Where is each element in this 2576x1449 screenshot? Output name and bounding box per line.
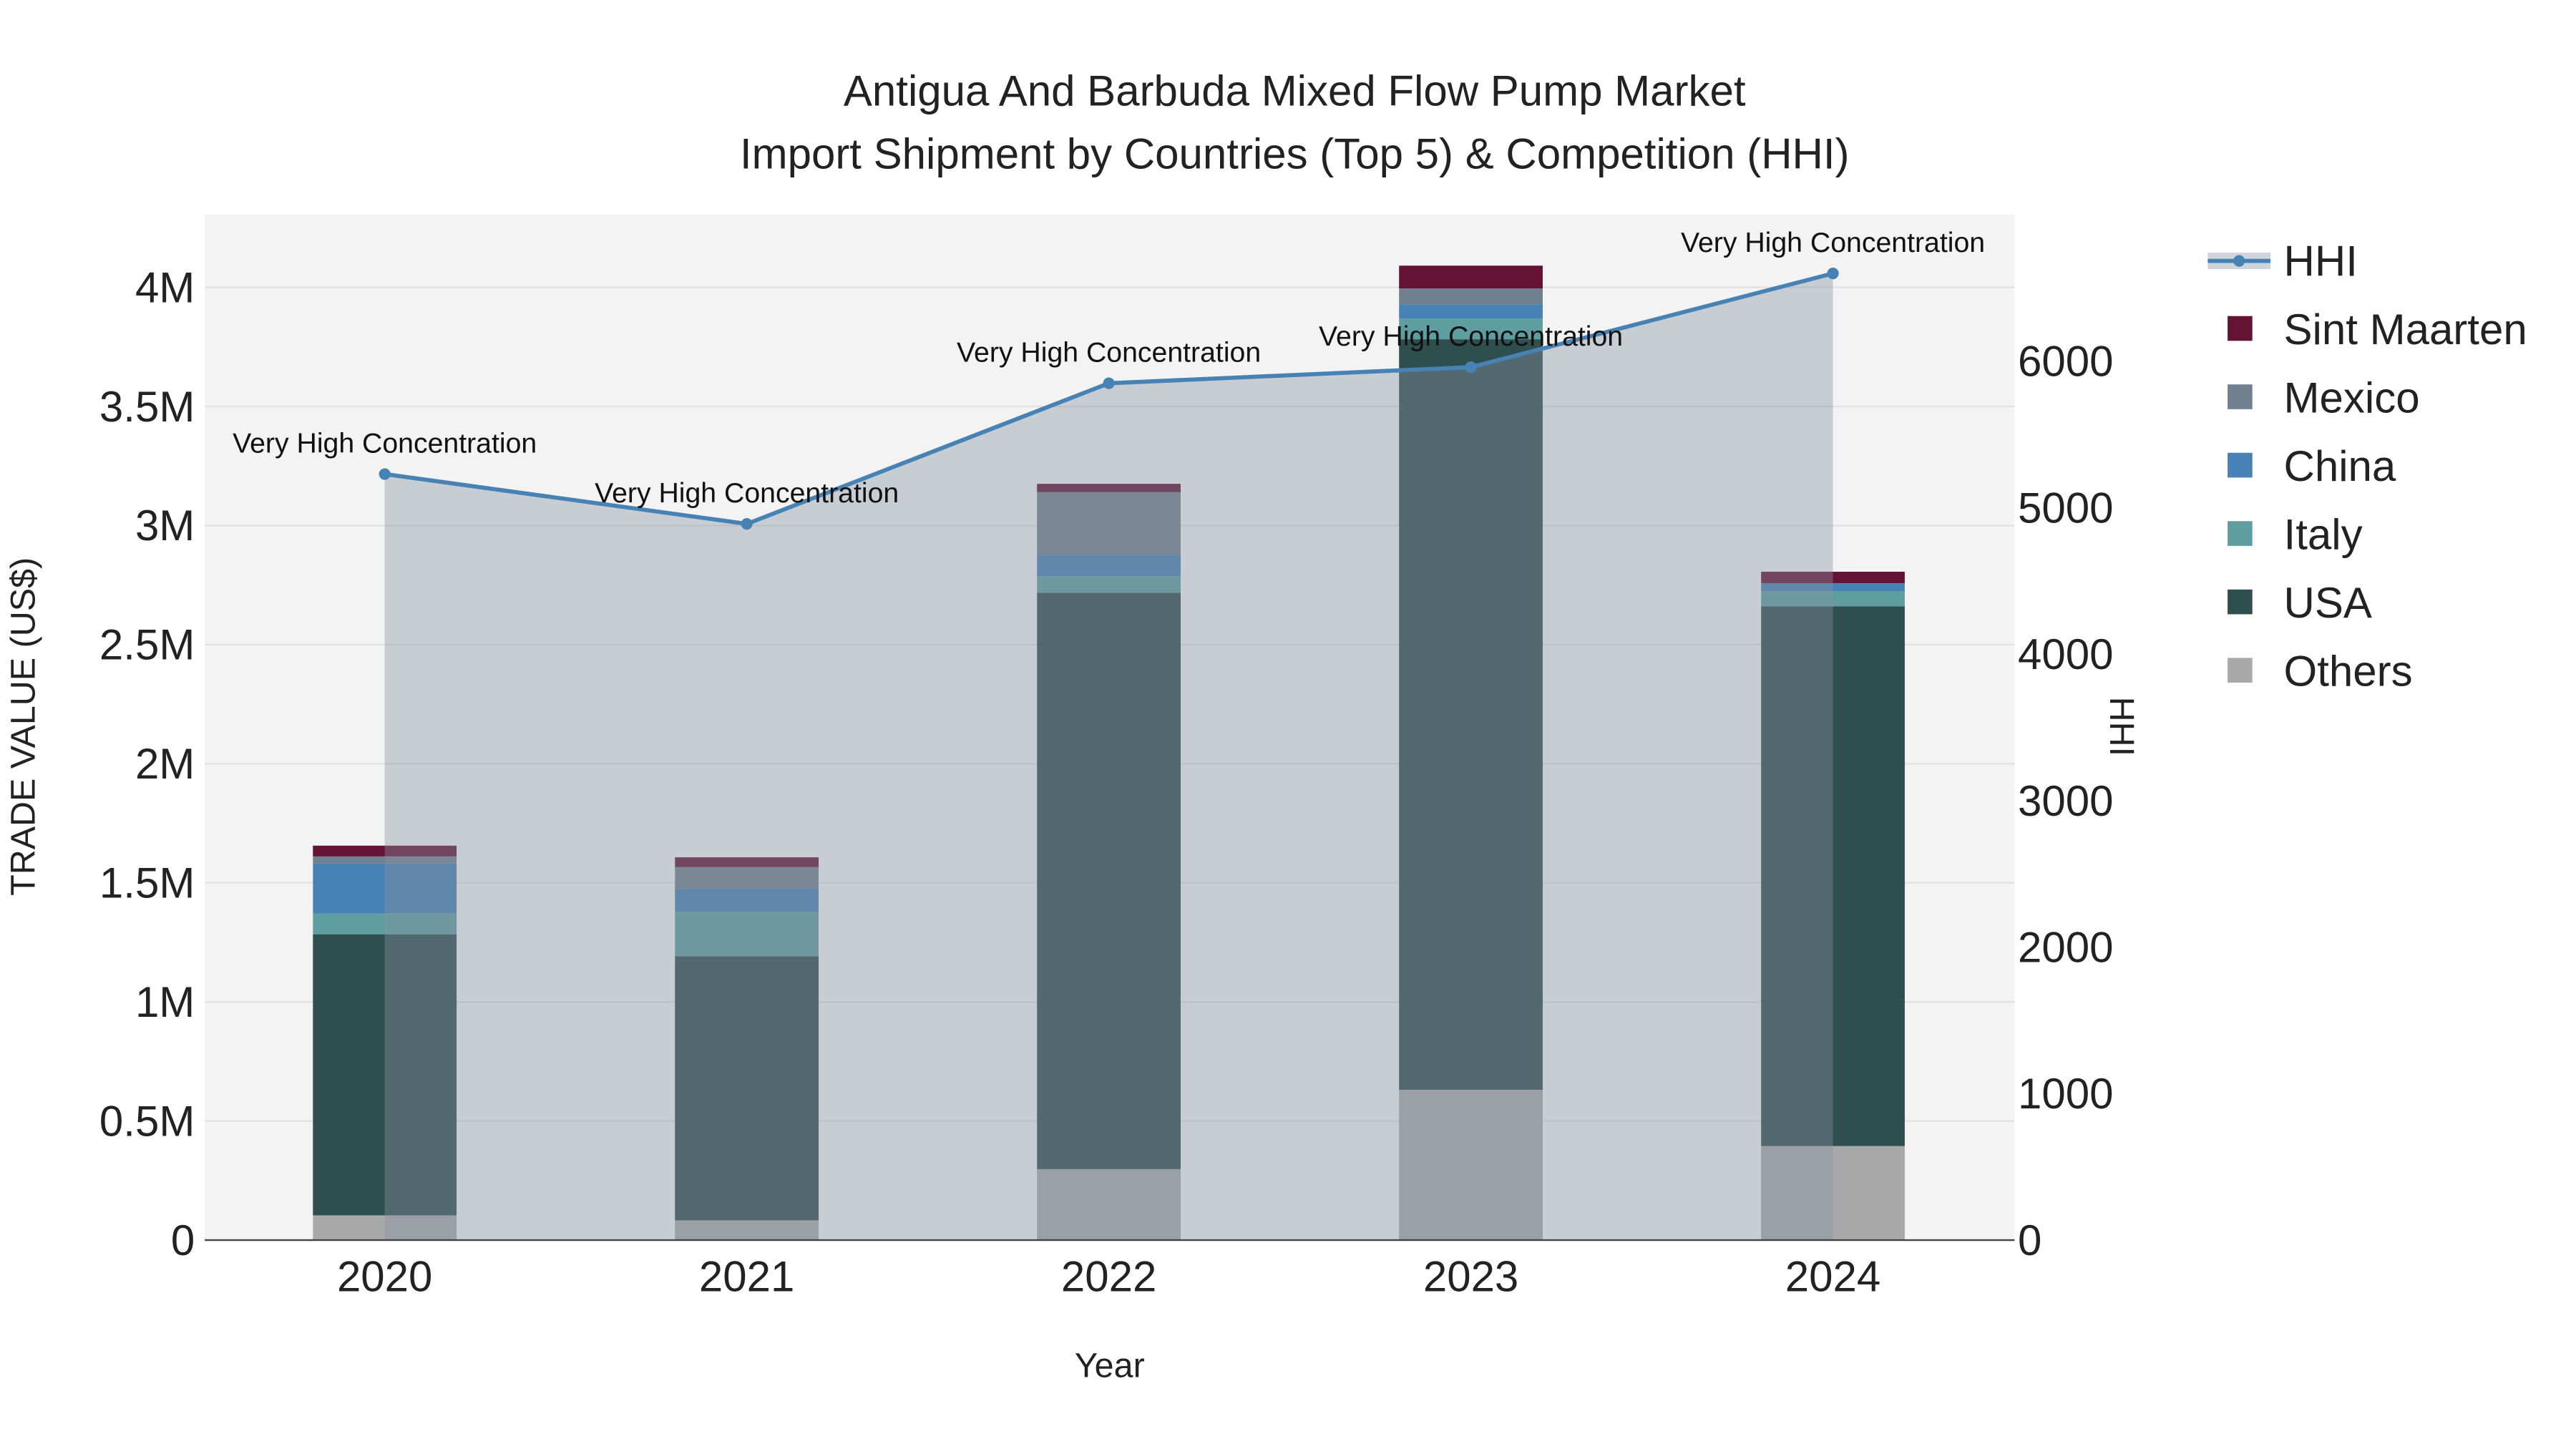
hhi-annotation: Very High Concentration [1681, 227, 1985, 258]
legend-hhi-marker [2233, 255, 2245, 267]
legend-swatch-mexico [2228, 384, 2253, 409]
y2-tick-label: 5000 [2018, 484, 2113, 532]
hhi-annotation: Very High Concentration [957, 337, 1261, 369]
hhi-annotation: Very High Concentration [233, 428, 537, 459]
y2-axis-title: HHI [2102, 697, 2141, 756]
y-tick-label: 4M [135, 263, 195, 311]
hhi-point-2022 [1103, 377, 1115, 389]
legend-swatch-italy [2228, 521, 2253, 546]
y-axis-title: TRADE VALUE (US$) [4, 557, 42, 896]
x-axis-title: Year [1075, 1347, 1145, 1385]
chart-title-line2: Import Shipment by Countries (Top 5) & C… [740, 130, 1850, 177]
x-tick-label: 2024 [1785, 1253, 1880, 1301]
y-tick-label: 0 [171, 1216, 195, 1264]
legend-swatch-china [2228, 452, 2253, 478]
legend-swatch-usa [2228, 589, 2253, 615]
y-tick-label: 1M [135, 978, 195, 1026]
y2-tick-label: 3000 [2018, 777, 2113, 825]
chart: Very High Concentration Very High Concent… [4, 67, 2527, 1385]
hhi-point-2020 [379, 468, 391, 480]
legend-label-others: Others [2284, 648, 2413, 696]
y-tick-label: 1.5M [99, 859, 195, 907]
bar-china-2023 [1399, 304, 1543, 319]
y-tick-label: 0.5M [99, 1097, 195, 1145]
legend-swatch-sint-maarten [2228, 316, 2253, 341]
legend-label-sint-maarten: Sint Maarten [2284, 306, 2527, 353]
y2-tick-label: 4000 [2018, 630, 2113, 678]
hhi-annotation: Very High Concentration [595, 477, 899, 509]
x-tick-label: 2022 [1061, 1253, 1156, 1301]
hhi-point-2024 [1827, 268, 1839, 280]
y-tick-label: 3M [135, 502, 195, 550]
hhi-point-2021 [741, 518, 753, 530]
y-tick-label: 2M [135, 740, 195, 788]
bar-mexico-2023 [1399, 288, 1543, 305]
legend-label-italy: Italy [2284, 511, 2363, 559]
y-tick-label: 3.5M [99, 383, 195, 431]
y2-tick-label: 0 [2018, 1216, 2041, 1264]
y2-tick-label: 2000 [2018, 923, 2113, 971]
legend-label-usa: USA [2284, 579, 2372, 627]
hhi-point-2023 [1465, 361, 1477, 374]
legend-label-china: China [2284, 442, 2396, 490]
y-tick-label: 2.5M [99, 621, 195, 669]
x-tick-label: 2021 [699, 1253, 794, 1301]
legend-swatch-others [2228, 658, 2253, 683]
y2-tick-label: 6000 [2018, 338, 2113, 386]
hhi-annotation: Very High Concentration [1319, 321, 1623, 352]
y2-tick-label: 1000 [2018, 1070, 2113, 1118]
x-tick-label: 2020 [337, 1253, 432, 1301]
legend: HHI Sint Maarten Mexico China Italy USA Others [2207, 237, 2527, 696]
legend-label-hhi: HHI [2284, 237, 2358, 285]
chart-title-line1: Antigua And Barbuda Mixed Flow Pump Mark… [844, 67, 1746, 115]
bar-sint-maarten-2023 [1399, 265, 1543, 289]
x-tick-label: 2023 [1423, 1253, 1518, 1301]
legend-label-mexico: Mexico [2284, 374, 2420, 421]
